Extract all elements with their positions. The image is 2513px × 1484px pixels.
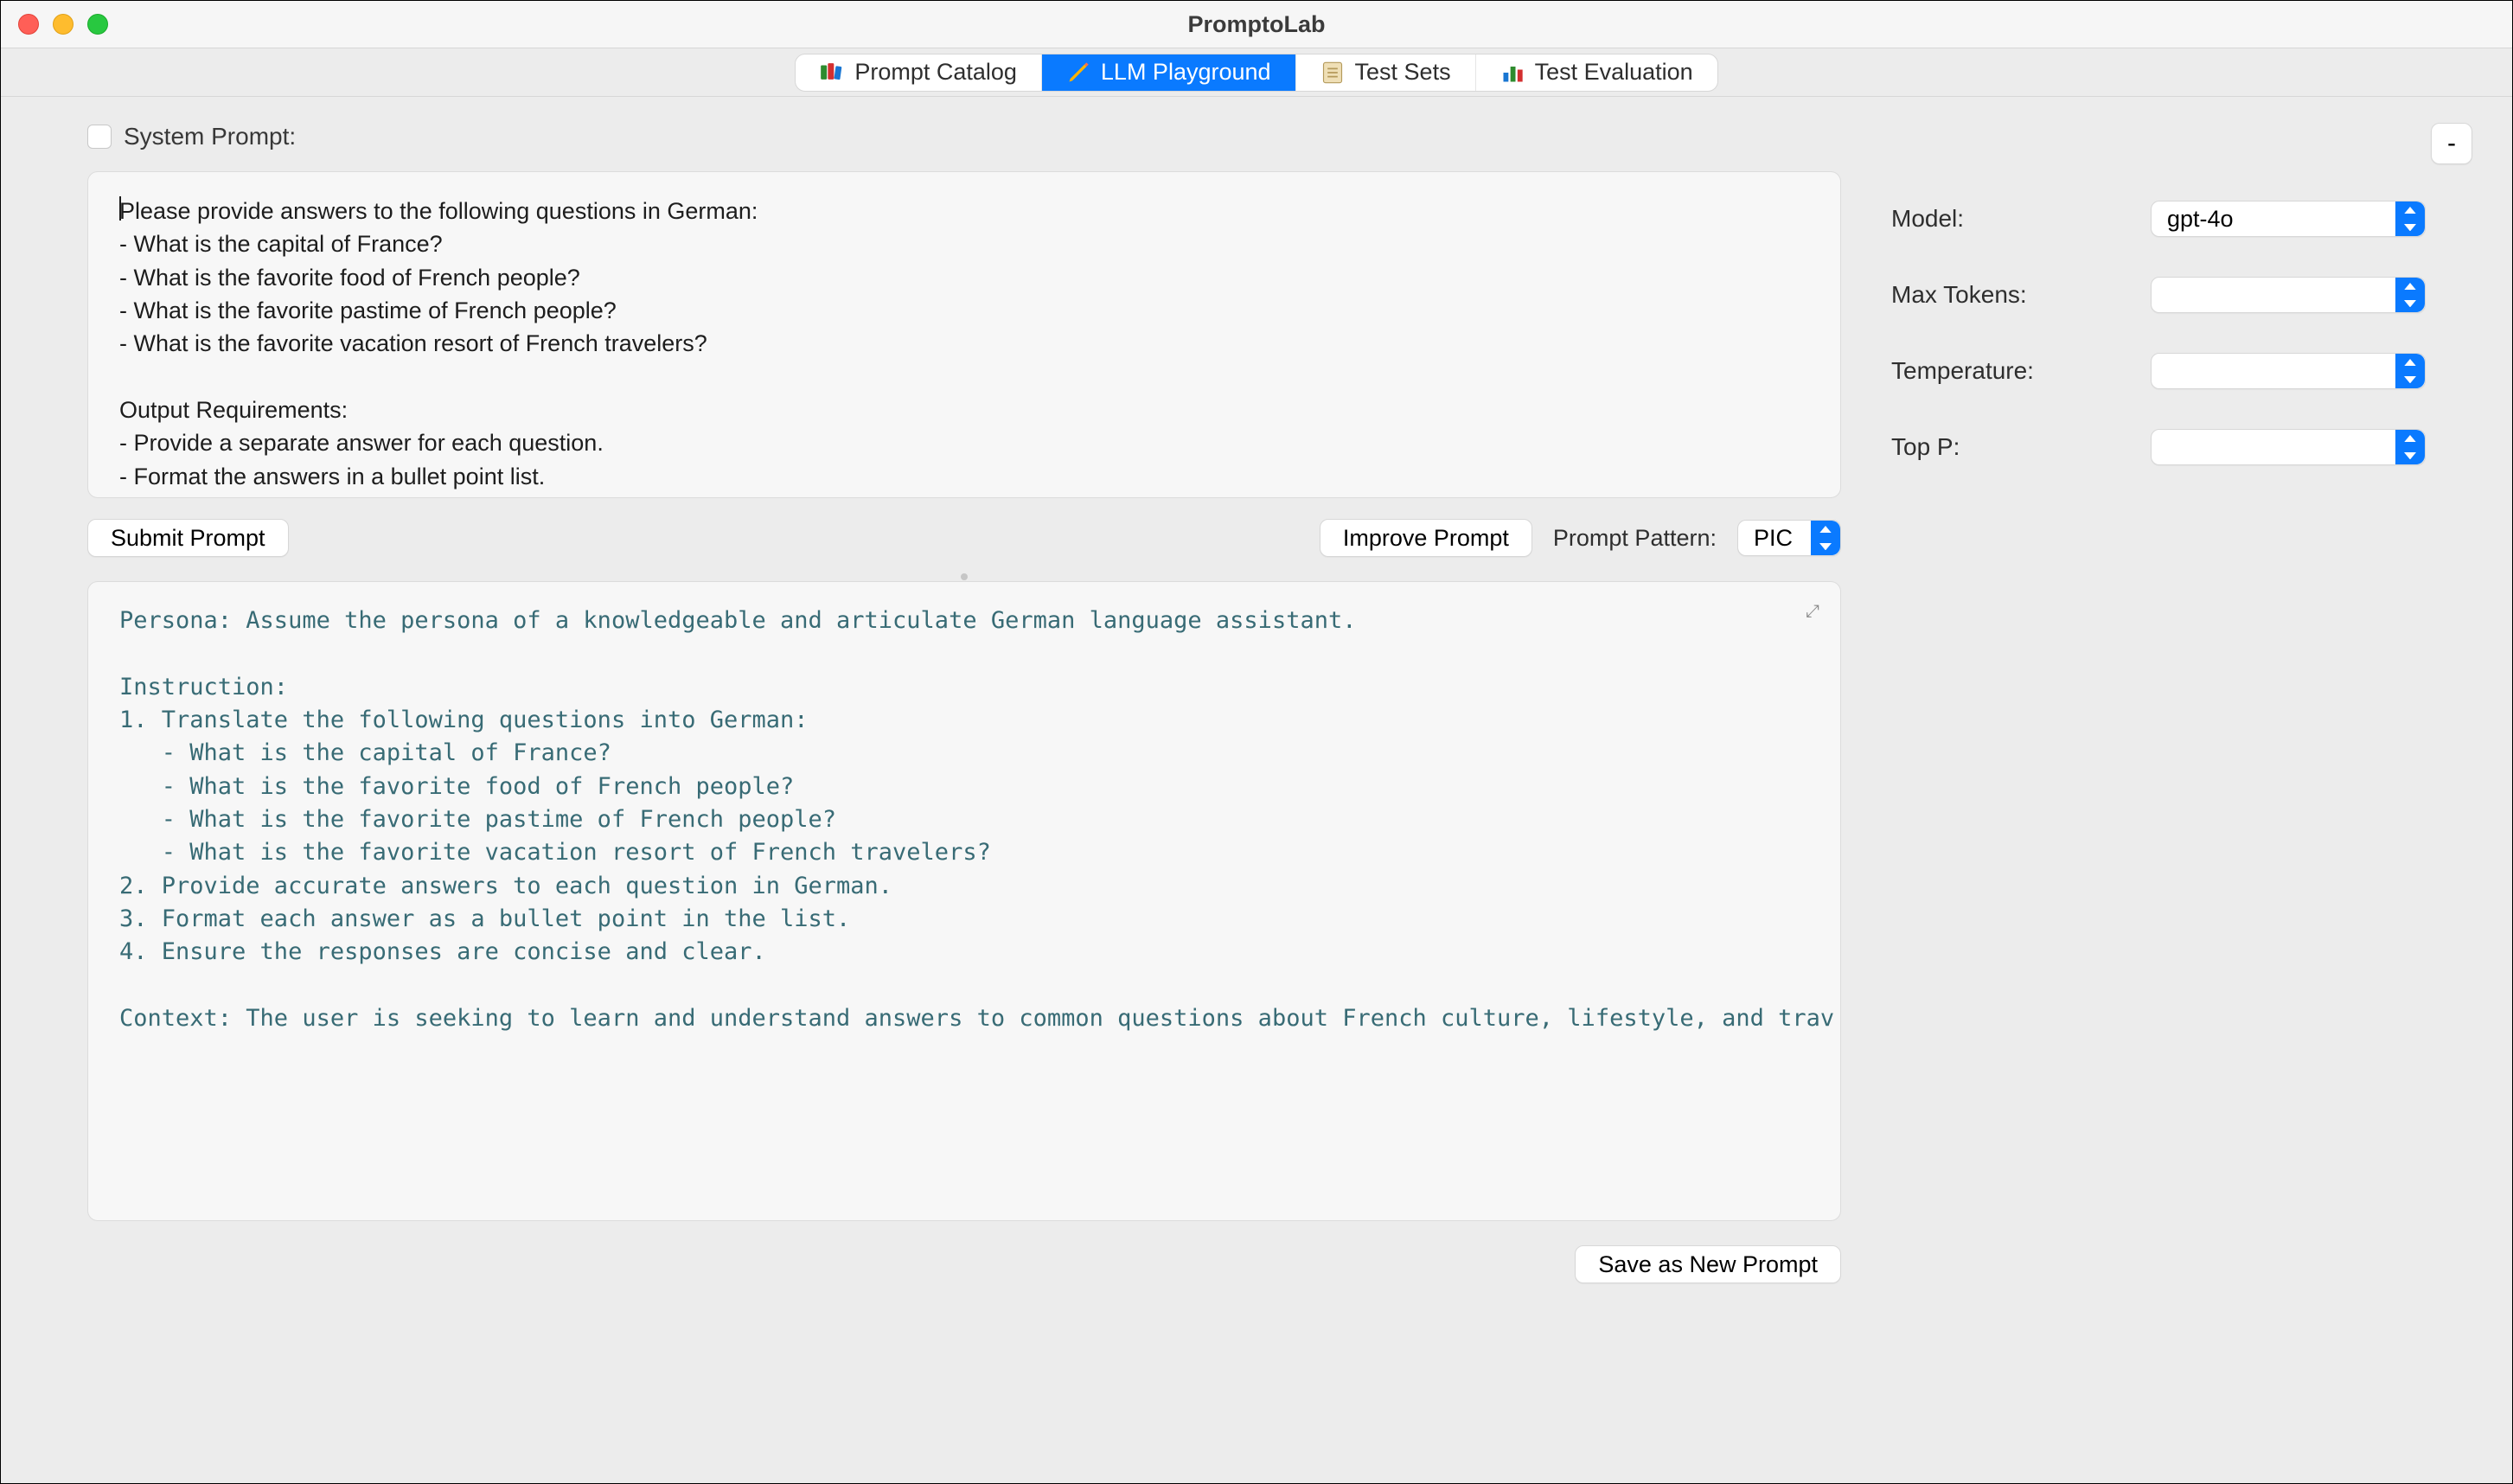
prompt-pattern-select[interactable]: PIC — [1737, 520, 1841, 556]
tabbar: Prompt Catalog LLM Playground Test Sets … — [795, 54, 1717, 92]
save-row: Save as New Prompt — [87, 1245, 1841, 1283]
close-window-button[interactable] — [18, 14, 39, 35]
submit-prompt-button[interactable]: Submit Prompt — [87, 519, 289, 557]
minus-icon: - — [2447, 129, 2456, 158]
workspace: - System Prompt: Please provide answers … — [1, 97, 2512, 1483]
collapse-panel-button[interactable]: - — [2431, 123, 2472, 164]
tab-llm-playground[interactable]: LLM Playground — [1041, 54, 1295, 91]
model-value: gpt-4o — [2167, 206, 2234, 233]
pencil-icon — [1066, 63, 1090, 82]
tab-test-sets[interactable]: Test Sets — [1295, 54, 1475, 91]
window-title: PromptoLab — [1188, 11, 1326, 38]
system-prompt-label: System Prompt: — [124, 123, 296, 150]
select-stepper-icon — [2395, 430, 2425, 464]
window-controls — [18, 14, 108, 35]
select-stepper-icon — [2395, 201, 2425, 236]
model-label: Model: — [1891, 205, 2151, 233]
expand-icon[interactable]: ⤢ — [1806, 599, 1819, 624]
temperature-select[interactable] — [2151, 353, 2426, 389]
top-p-label: Top P: — [1891, 433, 2151, 461]
temperature-label: Temperature: — [1891, 357, 2151, 385]
top-p-select[interactable] — [2151, 429, 2426, 465]
max-tokens-select[interactable] — [2151, 277, 2426, 313]
prompt-pattern-label: Prompt Pattern: — [1553, 525, 1717, 552]
param-row-temperature: Temperature: — [1891, 353, 2426, 389]
select-stepper-icon — [1811, 521, 1840, 555]
tab-label: Test Sets — [1355, 59, 1451, 86]
maximize-window-button[interactable] — [87, 14, 108, 35]
improve-prompt-button[interactable]: Improve Prompt — [1320, 519, 1532, 557]
param-row-max-tokens: Max Tokens: — [1891, 277, 2426, 313]
select-stepper-icon — [2395, 278, 2425, 312]
output-box[interactable]: ⤢ Persona: Assume the persona of a knowl… — [87, 581, 1841, 1221]
notepad-icon — [1320, 63, 1345, 82]
tab-label: Prompt Catalog — [854, 59, 1017, 86]
content-columns: System Prompt: Please provide answers to… — [1, 123, 2512, 1483]
splitter-handle[interactable] — [87, 572, 1841, 581]
prompt-pattern-value: PIC — [1754, 525, 1793, 552]
app-window: PromptoLab Prompt Catalog LLM Playground — [0, 0, 2513, 1484]
tab-label: LLM Playground — [1101, 59, 1271, 86]
model-select[interactable]: gpt-4o — [2151, 201, 2426, 237]
param-row-top-p: Top P: — [1891, 429, 2426, 465]
minimize-window-button[interactable] — [53, 14, 74, 35]
param-row-model: Model: gpt-4o — [1891, 201, 2426, 237]
parameters-panel: Model: gpt-4o Max Tokens: — [1891, 123, 2426, 1483]
system-prompt-checkbox[interactable] — [87, 125, 112, 149]
prompt-actions-row: Submit Prompt Improve Prompt Prompt Patt… — [87, 519, 1841, 557]
tab-label: Test Evaluation — [1535, 59, 1693, 86]
toolbar: Prompt Catalog LLM Playground Test Sets … — [1, 48, 2512, 97]
titlebar: PromptoLab — [1, 1, 2512, 48]
books-icon — [820, 63, 844, 82]
output-text: Persona: Assume the persona of a knowled… — [119, 604, 1809, 1035]
bar-chart-icon — [1500, 63, 1525, 82]
tab-test-evaluation[interactable]: Test Evaluation — [1475, 54, 1717, 91]
prompt-input[interactable]: Please provide answers to the following … — [87, 171, 1841, 498]
left-column: System Prompt: Please provide answers to… — [87, 123, 1841, 1483]
max-tokens-label: Max Tokens: — [1891, 281, 2151, 309]
select-stepper-icon — [2395, 354, 2425, 388]
save-as-new-prompt-button[interactable]: Save as New Prompt — [1575, 1245, 1841, 1283]
system-prompt-header: System Prompt: — [87, 123, 1841, 150]
tab-prompt-catalog[interactable]: Prompt Catalog — [796, 54, 1041, 91]
